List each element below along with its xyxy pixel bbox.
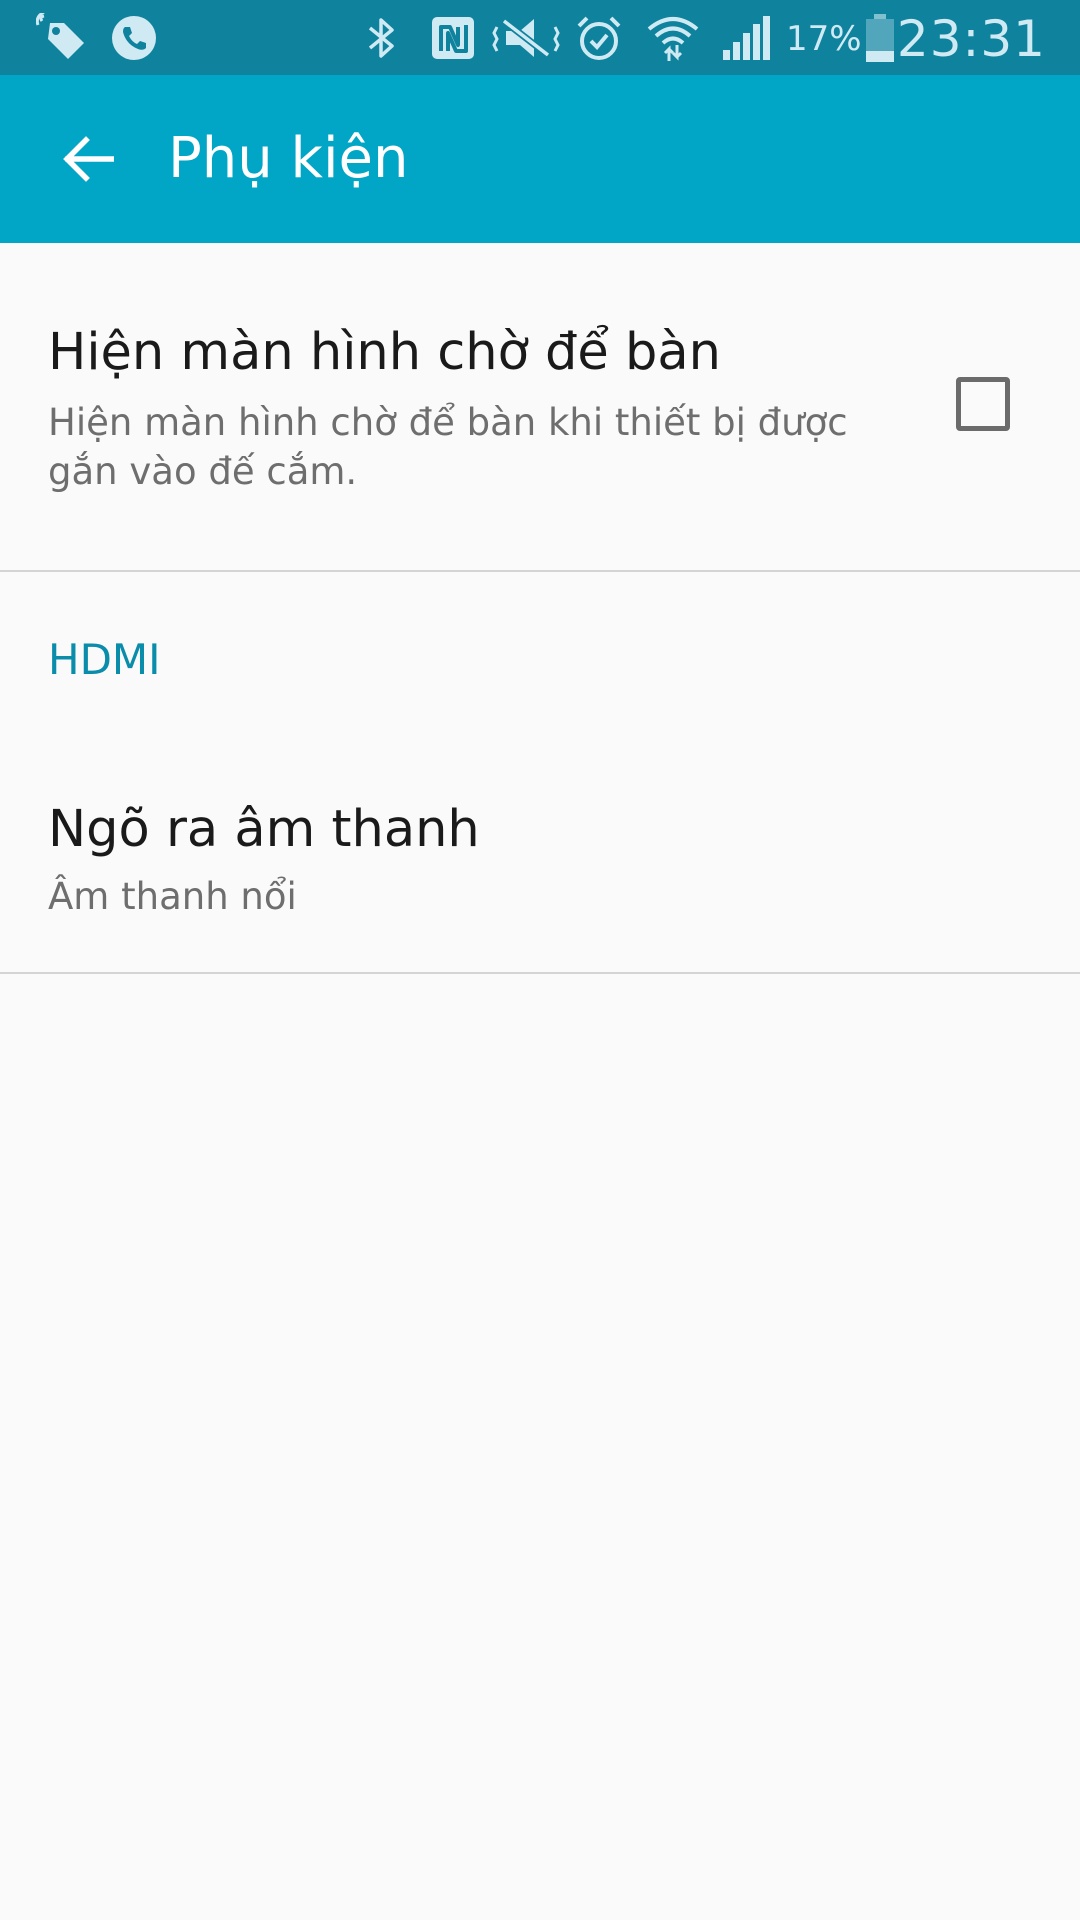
section-header-hdmi: HDMI bbox=[48, 635, 161, 684]
arrow-left-icon bbox=[63, 136, 114, 182]
battery-percent: 17% bbox=[786, 19, 862, 59]
clock-time: 23:31 bbox=[896, 10, 1046, 68]
back-button[interactable] bbox=[38, 109, 138, 209]
screen: 17% 23:31 Phụ kiện Hiện màn hình chờ để … bbox=[0, 0, 1080, 1920]
desk-dock-title: Hiện màn hình chờ để bàn bbox=[48, 323, 721, 382]
wifi-icon bbox=[644, 0, 702, 75]
battery-icon bbox=[862, 0, 898, 75]
nfc-icon bbox=[428, 0, 478, 75]
desk-dock-checkbox[interactable] bbox=[956, 377, 1010, 431]
desk-dock-summary: Hiện màn hình chờ để bàn khi thiết bị đư… bbox=[48, 401, 848, 493]
phone-call-icon bbox=[108, 0, 160, 75]
list-item-desk-dock[interactable]: Hiện màn hình chờ để bàn Hiện màn hình c… bbox=[0, 243, 1080, 570]
status-bar: 17% 23:31 bbox=[0, 0, 1080, 75]
app-bar: Phụ kiện bbox=[0, 75, 1080, 243]
cell-signal-icon bbox=[720, 0, 772, 75]
audio-output-summary: Âm thanh nổi bbox=[48, 875, 297, 918]
divider bbox=[0, 570, 1080, 572]
page-title: Phụ kiện bbox=[168, 126, 409, 191]
divider bbox=[0, 972, 1080, 974]
vibrate-mute-icon bbox=[490, 0, 562, 75]
bluetooth-icon bbox=[362, 0, 402, 75]
list-item-audio-output[interactable]: Ngõ ra âm thanh Âm thanh nổi bbox=[0, 760, 1080, 972]
alarm-icon bbox=[574, 0, 624, 75]
tag-notification-icon bbox=[34, 0, 90, 75]
audio-output-title: Ngõ ra âm thanh bbox=[48, 800, 480, 859]
